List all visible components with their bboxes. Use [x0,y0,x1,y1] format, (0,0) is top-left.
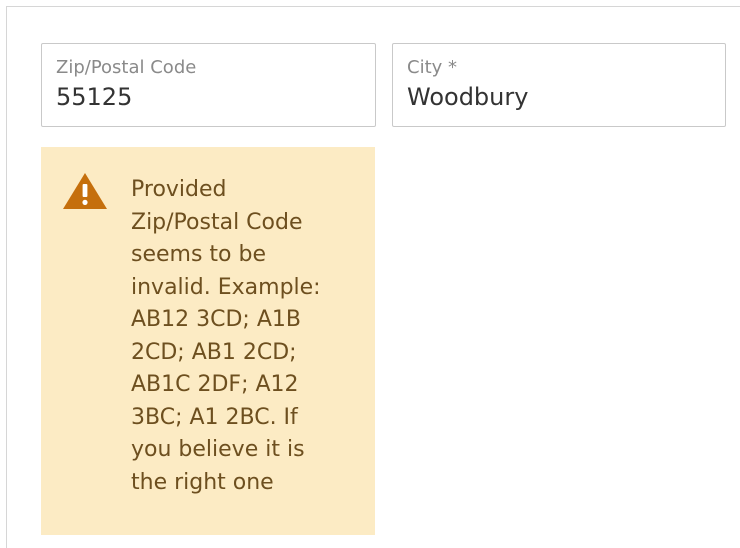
warning-triangle-icon [63,173,107,209]
zip-postal-code-field[interactable]: Zip/Postal Code 55125 [41,43,376,127]
city-input[interactable]: Woodbury [407,82,711,112]
zip-validation-warning: Provided Zip/Postal Code seems to be inv… [41,147,375,535]
address-form-panel: Zip/Postal Code 55125 City * Woodbury Pr… [6,6,740,548]
warning-message: Provided Zip/Postal Code seems to be inv… [131,177,321,495]
city-field[interactable]: City * Woodbury [392,43,726,127]
zip-postal-code-input[interactable]: 55125 [56,82,361,112]
zip-postal-code-label: Zip/Postal Code [56,57,197,78]
city-label: City * [407,57,458,78]
